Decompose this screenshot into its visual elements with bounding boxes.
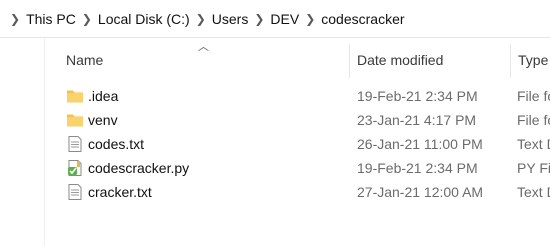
file-row[interactable]: cracker.txt 27-Jan-21 12:00 AM Text D: [44, 180, 550, 204]
file-type: Text D: [517, 184, 550, 200]
folder-icon: [67, 90, 83, 103]
file-row[interactable]: .idea 19-Feb-21 2:34 PM File fo: [44, 84, 550, 108]
chevron-right-icon[interactable]: ❯: [82, 12, 92, 26]
chevron-right-icon[interactable]: ❯: [196, 12, 206, 26]
chevron-right-icon[interactable]: ❯: [305, 12, 315, 26]
column-header-date-modified[interactable]: Date modified: [357, 52, 443, 68]
breadcrumb-local-disk[interactable]: Local Disk (C:): [98, 11, 190, 27]
file-type: File fo: [517, 88, 550, 104]
folder-icon: [67, 114, 83, 127]
text-file-icon: [68, 184, 82, 200]
sort-ascending-icon: ︿: [198, 41, 209, 53]
column-divider[interactable]: [349, 44, 350, 78]
column-header-name[interactable]: Name: [66, 52, 103, 68]
file-name: codescracker.py: [88, 160, 190, 176]
column-header-type[interactable]: Type: [518, 52, 548, 68]
file-date-modified: 27-Jan-21 12:00 AM: [357, 184, 484, 200]
text-file-icon: [68, 136, 82, 152]
breadcrumb-users[interactable]: Users: [212, 11, 249, 27]
breadcrumb-dev[interactable]: DEV: [270, 11, 299, 27]
file-row[interactable]: venv 23-Jan-21 4:17 PM File fo: [44, 108, 550, 132]
file-type: Text D: [517, 136, 550, 152]
python-file-icon: [68, 160, 82, 176]
breadcrumb-codescracker[interactable]: codescracker: [321, 11, 404, 27]
file-date-modified: 19-Feb-21 2:34 PM: [357, 88, 478, 104]
file-list: .idea 19-Feb-21 2:34 PM File fo venv 23-…: [44, 84, 550, 204]
file-type: File fo: [517, 112, 550, 128]
breadcrumb: ❯ This PC ❯ Local Disk (C:) ❯ Users ❯ DE…: [0, 0, 550, 38]
file-date-modified: 19-Feb-21 2:34 PM: [357, 160, 478, 176]
file-name: venv: [88, 112, 118, 128]
column-divider[interactable]: [510, 44, 511, 78]
chevron-right-icon[interactable]: ❯: [10, 12, 20, 26]
file-name: .idea: [88, 88, 119, 104]
breadcrumb-this-pc[interactable]: This PC: [26, 11, 76, 27]
file-type: PY Fil: [517, 160, 550, 176]
file-row[interactable]: codescracker.py 19-Feb-21 2:34 PM PY Fil: [44, 156, 550, 180]
column-header-bar: ︿ Name Date modified Type: [44, 38, 550, 84]
file-name: cracker.txt: [88, 184, 152, 200]
chevron-right-icon[interactable]: ❯: [254, 12, 264, 26]
file-row[interactable]: codes.txt 26-Jan-21 11:00 PM Text D: [44, 132, 550, 156]
navigation-pane[interactable]: [0, 38, 45, 246]
file-date-modified: 26-Jan-21 11:00 PM: [357, 136, 483, 152]
file-date-modified: 23-Jan-21 4:17 PM: [357, 112, 477, 128]
file-name: codes.txt: [88, 136, 145, 152]
